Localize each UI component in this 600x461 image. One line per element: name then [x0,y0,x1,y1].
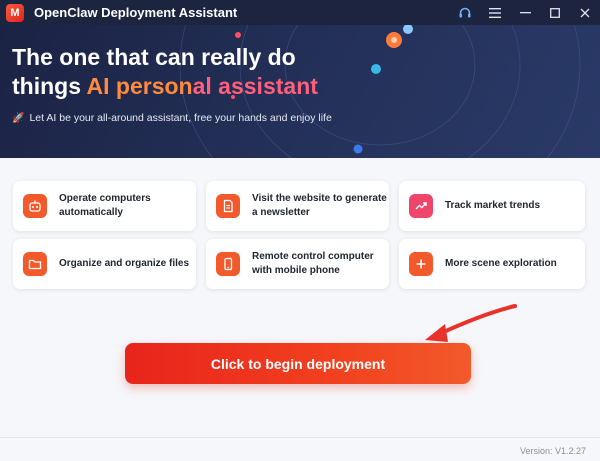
begin-deployment-button[interactable]: Click to begin deployment [125,343,471,384]
scene-card-newsletter[interactable]: Visit the website to generate a newslett… [206,181,389,231]
close-icon [580,8,590,17]
phone-icon [216,252,240,276]
robot-icon [23,194,47,218]
maximize-icon [550,7,560,18]
orbit-dot [235,32,241,38]
window-controls [450,0,600,25]
orbit-dot [403,25,413,34]
footer-divider [0,437,600,438]
maximize-button[interactable] [540,0,570,25]
plus-icon [409,252,433,276]
scene-label: Visit the website to generate a newslett… [252,193,387,218]
app-logo-text: M [10,6,20,19]
scene-card-operate-computers[interactable]: Operate computers automatically [13,181,196,231]
orbit-dot [391,37,397,43]
hero-title-accent2: al assistant [192,73,318,99]
orbit-dot [371,64,381,74]
title-bar: M OpenClaw Deployment Assistant [0,0,600,25]
scene-card-market-trends[interactable]: Track market trends [399,181,585,231]
hero-subtitle: 🚀 Let AI be your all-around assistant, f… [12,112,332,124]
scene-card-more[interactable]: More scene exploration [399,239,585,289]
scene-label: Track market trends [445,200,541,211]
hero-title-accent1: AI person [86,73,193,99]
hero-subtitle-text: Let AI be your all-around assistant, fre… [29,112,332,124]
hero-title: The one that can really do things AI per… [12,43,318,101]
scene-label: Remote control computer with mobile phon… [252,251,374,276]
app-window: M OpenClaw Deployment Assistant The one … [0,0,600,461]
version-label: Version: V1.2.27 [519,446,586,456]
headset-icon [459,7,471,17]
menu-icon [489,7,501,18]
rocket-icon: 🚀 [12,112,25,124]
trend-icon [409,194,433,218]
menu-button[interactable] [480,0,510,25]
pointer-arrow-icon [425,304,517,342]
scene-grid: Operate computers automatically Visit th… [13,181,587,289]
window-title: OpenClaw Deployment Assistant [34,5,238,20]
scene-card-organize-files[interactable]: Organize and organize files [13,239,196,289]
folder-icon [23,252,47,276]
support-button[interactable] [450,0,480,25]
scene-label: Operate computers automatically [59,193,151,218]
scene-label: Organize and organize files [59,258,190,269]
document-icon [216,194,240,218]
scene-label: More scene exploration [445,258,557,269]
orbit-dot [353,144,363,154]
hero-title-prefix: things [12,73,87,99]
hero-title-line1: The one that can really do [12,44,296,70]
minimize-icon [519,11,531,13]
close-button[interactable] [570,0,600,25]
minimize-button[interactable] [510,0,540,25]
scene-card-remote-control[interactable]: Remote control computer with mobile phon… [206,239,389,289]
hero-banner: The one that can really do things AI per… [0,25,600,158]
app-logo: M [6,3,24,22]
